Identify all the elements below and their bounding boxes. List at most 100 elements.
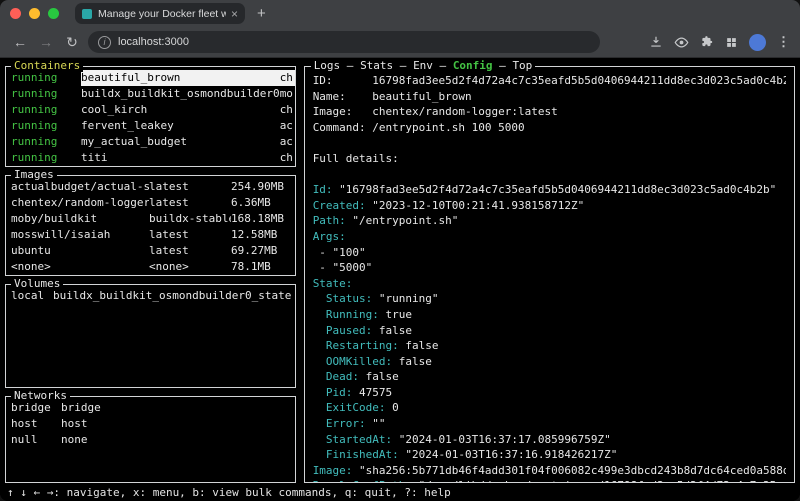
container-status: running: [11, 102, 81, 118]
back-button[interactable]: ←: [10, 34, 30, 50]
container-row[interactable]: runningcool_kirchch: [6, 102, 295, 118]
config-detail-line: StartedAt: "2024-01-03T16:37:17.08599675…: [313, 432, 786, 448]
image-size: 6.36MB: [231, 195, 295, 211]
config-summary-line: Name:beautiful_brown: [313, 89, 786, 105]
image-size: 254.90MB: [231, 179, 295, 195]
config-key: State:: [313, 277, 353, 290]
forward-button[interactable]: →: [36, 34, 56, 50]
network-row[interactable]: bridgebridge: [6, 400, 295, 416]
config-detail-line: Error: "": [313, 416, 786, 432]
tab-stats[interactable]: Stats: [360, 59, 393, 72]
new-tab-button[interactable]: +: [257, 5, 266, 22]
image-size: 69.27MB: [231, 243, 295, 259]
container-status: running: [11, 118, 81, 134]
browser-tab[interactable]: Manage your Docker fleet w ×: [75, 3, 245, 24]
tab-logs[interactable]: Logs: [314, 59, 341, 72]
network-driver: none: [61, 432, 295, 448]
containers-panel-title: Containers: [11, 60, 83, 72]
network-row[interactable]: nullnone: [6, 432, 295, 448]
tab-config[interactable]: Config: [453, 59, 493, 72]
volume-name: buildx_buildkit_osmondbuilder0_state: [53, 288, 295, 304]
terminal-main: Containers runningbeautiful_brownchrunni…: [5, 58, 795, 483]
config-key: FinishedAt:: [326, 448, 399, 461]
config-key: Id:: [313, 183, 333, 196]
tab-env[interactable]: Env: [413, 59, 433, 72]
config-detail-line: FinishedAt: "2024-01-03T16:37:16.9184262…: [313, 447, 786, 463]
container-row[interactable]: runningfervent_leakeyac: [6, 118, 295, 134]
image-name: moby/buildkit: [11, 211, 149, 227]
config-detail-line: Dead: false: [313, 369, 786, 385]
image-row[interactable]: actualbudget/actual-serverlatest254.90MB: [6, 179, 295, 195]
config-key: Status:: [326, 292, 372, 305]
container-name: titi: [81, 150, 280, 166]
blank-line: [313, 135, 786, 151]
tab-separator: —: [393, 59, 413, 72]
site-info-icon[interactable]: i: [98, 36, 111, 49]
container-row[interactable]: runningtitich: [6, 150, 295, 166]
image-size: 78.1MB: [231, 259, 295, 275]
container-row-body: my_actual_budgetac: [81, 134, 295, 150]
left-column: Containers runningbeautiful_brownchrunni…: [5, 66, 296, 483]
url-text: localhost:3000: [118, 36, 189, 48]
image-tag: latest: [149, 195, 231, 211]
container-name: beautiful_brown: [81, 70, 280, 86]
image-tag: latest: [149, 243, 231, 259]
config-detail-line: Id: "16798fad3ee5d2f4d72a4c7c35eafd5b5d0…: [313, 182, 786, 198]
config-detail-line: ResolvConfPath: "/var/lib/docker/contain…: [313, 478, 786, 482]
menu-kebab-icon[interactable]: ⋮: [777, 34, 790, 50]
blank-line: [313, 167, 786, 183]
tab-top[interactable]: Top: [512, 59, 532, 72]
config-key: Dead:: [326, 370, 359, 383]
image-row[interactable]: moby/buildkitbuildx-stable-1168.18MB: [6, 211, 295, 227]
config-summary-key: Image:: [313, 104, 373, 120]
profile-avatar[interactable]: [749, 34, 766, 51]
container-row-body: buildx_buildkit_osmondbuilder0mo: [81, 86, 295, 102]
network-driver: host: [61, 416, 295, 432]
apps-grid-icon[interactable]: [725, 36, 738, 49]
extensions-puzzle-icon[interactable]: [700, 35, 714, 49]
container-row-body: cool_kirchch: [81, 102, 295, 118]
containers-panel[interactable]: Containers runningbeautiful_brownchrunni…: [5, 66, 296, 167]
close-window-button[interactable]: [10, 8, 21, 19]
tab-close-icon[interactable]: ×: [231, 7, 238, 21]
image-row[interactable]: ubuntulatest69.27MB: [6, 243, 295, 259]
zoom-window-button[interactable]: [48, 8, 59, 19]
address-bar[interactable]: i localhost:3000: [88, 31, 600, 53]
container-row-body: titich: [81, 150, 295, 166]
image-tag: latest: [149, 227, 231, 243]
config-key: Paused:: [326, 324, 372, 337]
config-summary-line: ID:16798fad3ee5d2f4d72a4c7c35eafd5b5d040…: [313, 73, 786, 89]
tab-title: Manage your Docker fleet w: [98, 8, 226, 20]
images-panel[interactable]: Images actualbudget/actual-serverlatest2…: [5, 175, 296, 276]
tab-strip: Manage your Docker fleet w × +: [0, 0, 800, 27]
container-status: running: [11, 86, 81, 102]
config-detail-line: Image: "sha256:5b771db46f4add301f04f0060…: [313, 463, 786, 479]
config-summary-key: ID:: [313, 73, 373, 89]
config-detail-line: Running: true: [313, 307, 786, 323]
network-name: host: [11, 416, 61, 432]
downloads-icon[interactable]: [649, 35, 663, 49]
reload-button[interactable]: ↻: [62, 34, 82, 51]
networks-panel[interactable]: Networks bridgebridgehosthostnullnone: [5, 396, 296, 483]
image-row[interactable]: mosswill/isaiahlatest12.58MB: [6, 227, 295, 243]
volumes-panel[interactable]: Volumes localbuildx_buildkit_osmondbuild…: [5, 284, 296, 388]
images-panel-title: Images: [11, 169, 57, 181]
container-name: cool_kirch: [81, 102, 280, 118]
container-row-body: beautiful_brownch: [81, 70, 295, 86]
network-row[interactable]: hosthost: [6, 416, 295, 432]
window-controls: [10, 8, 67, 19]
container-row[interactable]: runningbeautiful_brownch: [6, 70, 295, 86]
networks-rows: bridgebridgehosthostnullnone: [6, 397, 295, 482]
config-key: Image:: [313, 464, 353, 477]
image-row[interactable]: chentex/random-loggerlatest6.36MB: [6, 195, 295, 211]
browser-toolbar: ← → ↻ i localhost:3000 ⋮: [0, 27, 800, 58]
networks-panel-title: Networks: [11, 390, 70, 402]
container-name: buildx_buildkit_osmondbuilder0: [81, 86, 280, 102]
volume-row[interactable]: localbuildx_buildkit_osmondbuilder0_stat…: [6, 288, 295, 304]
minimize-window-button[interactable]: [29, 8, 40, 19]
site-favicon-icon: [82, 9, 92, 19]
eye-icon[interactable]: [674, 35, 689, 50]
container-row[interactable]: runningmy_actual_budgetac: [6, 134, 295, 150]
container-row[interactable]: runningbuildx_buildkit_osmondbuilder0mo: [6, 86, 295, 102]
image-row[interactable]: <none><none>78.1MB: [6, 259, 295, 275]
